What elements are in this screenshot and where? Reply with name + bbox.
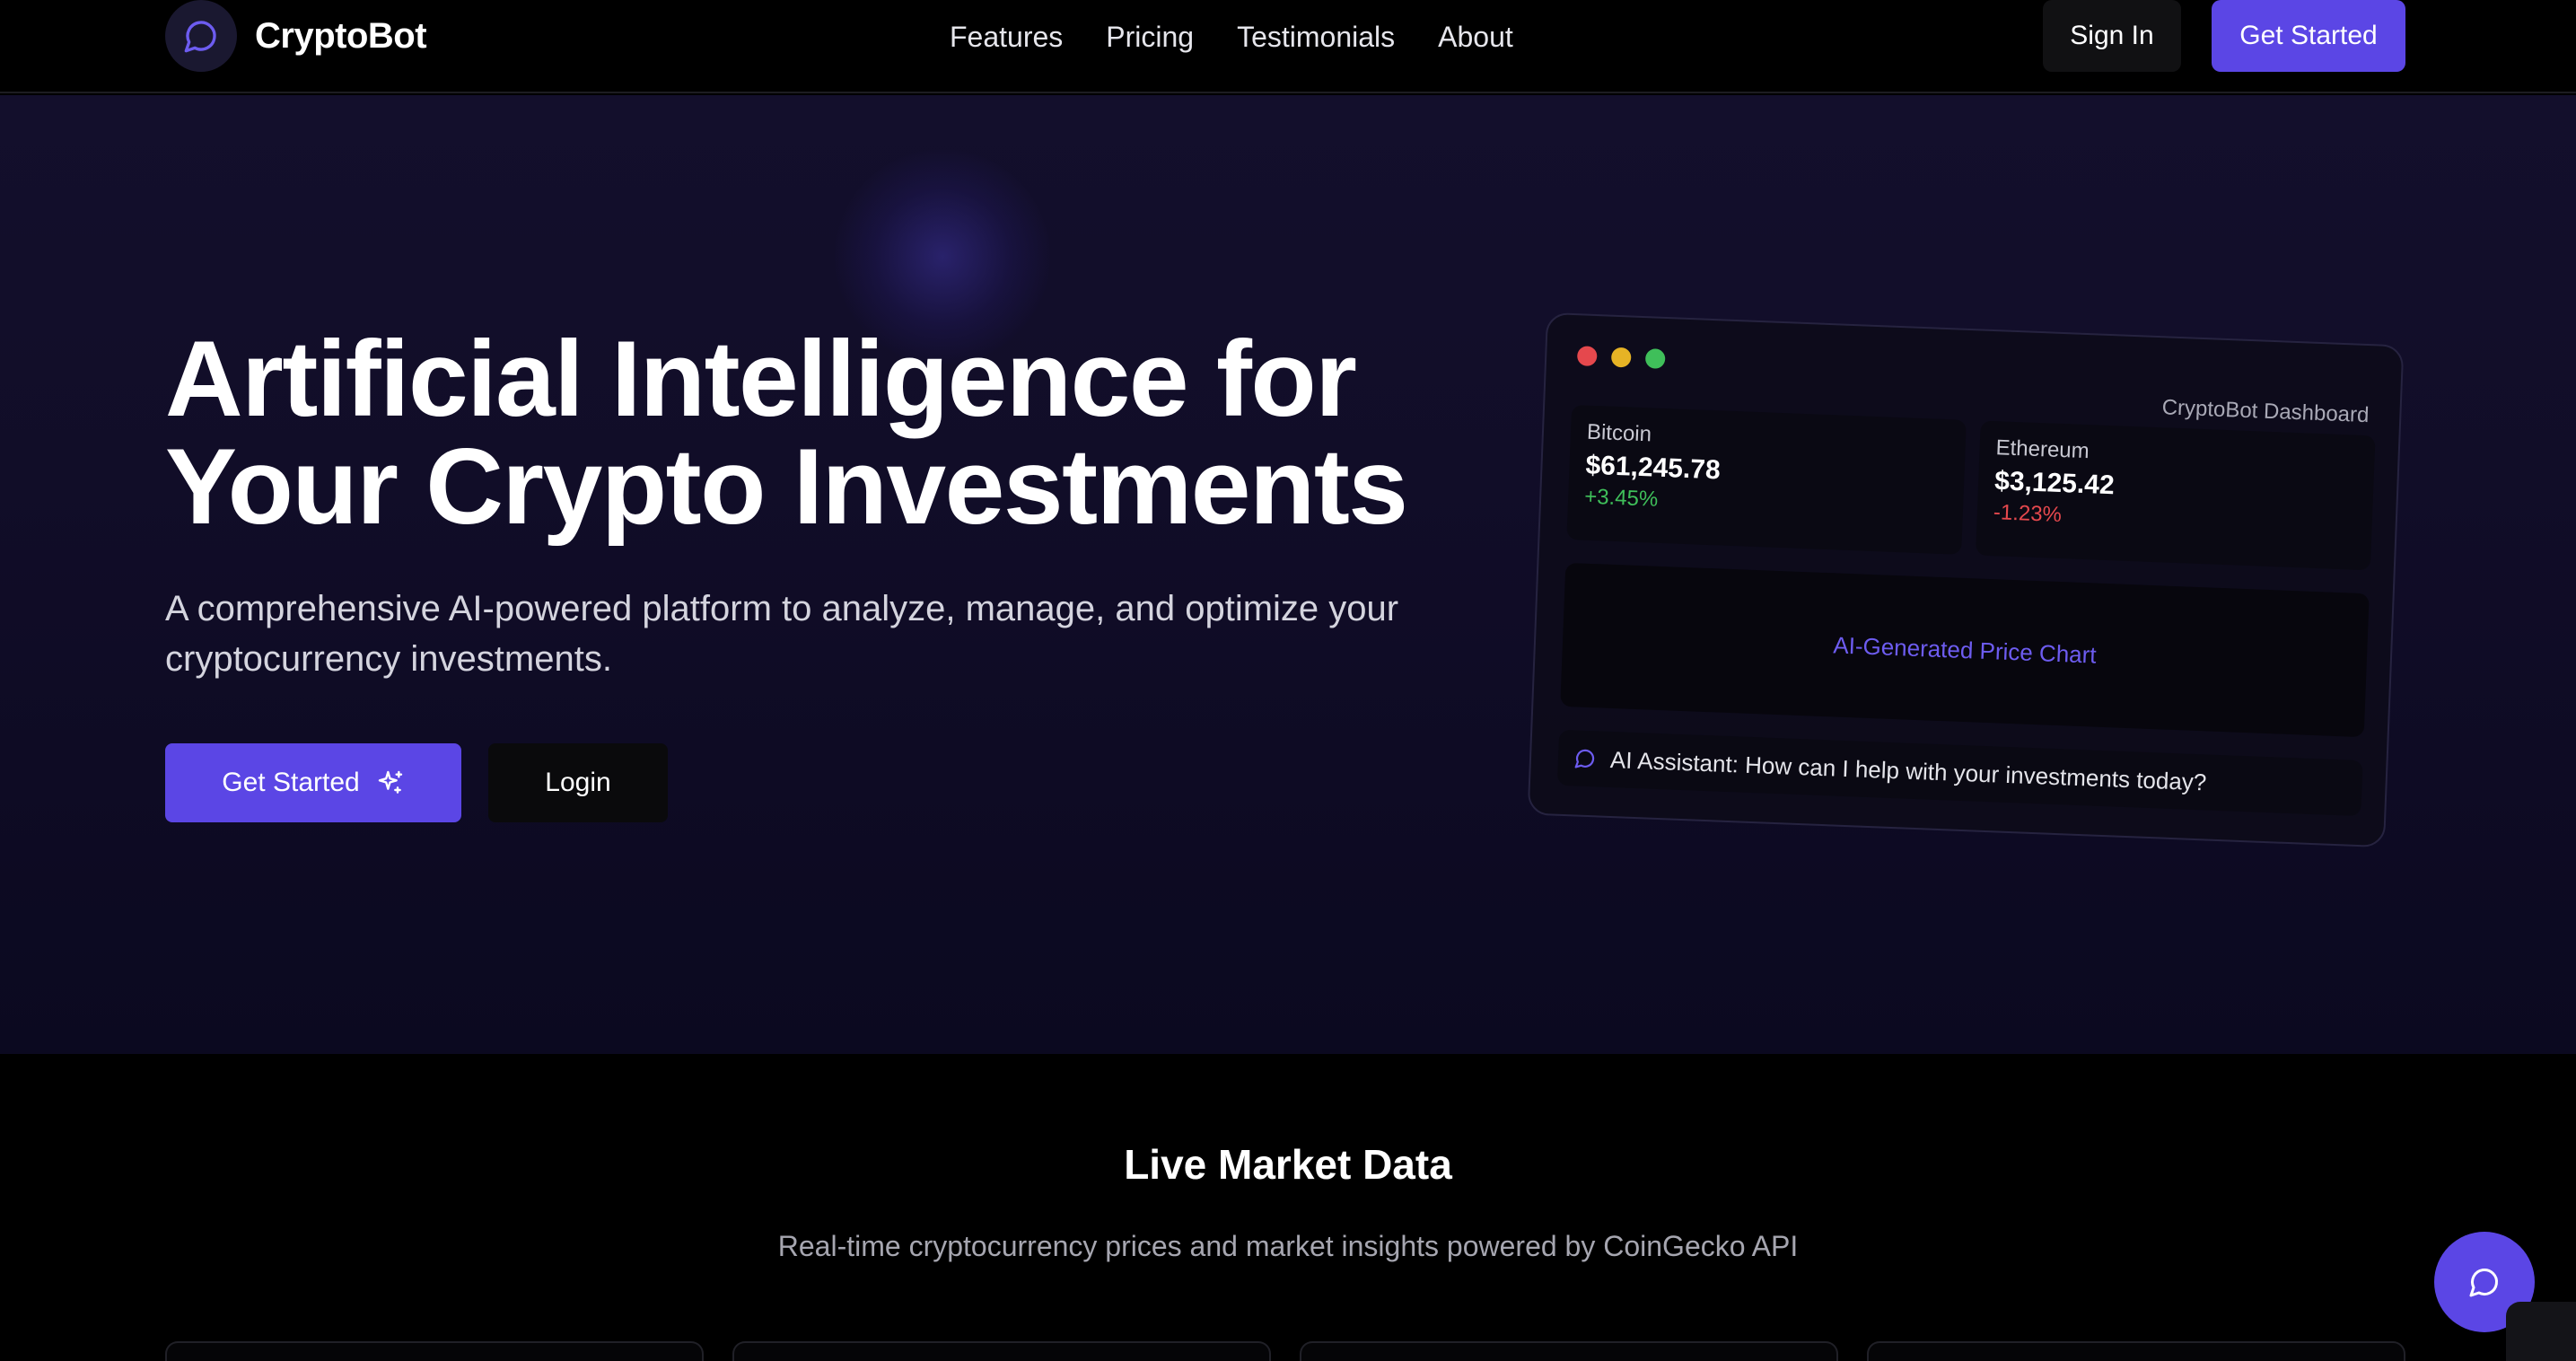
coin-card-bitcoin: Bitcoin $61,245.78 +3.45% (1566, 405, 1967, 555)
chat-bubble-icon (1574, 749, 1595, 768)
market-section-subtitle: Real-time cryptocurrency prices and mark… (777, 1230, 1799, 1262)
ai-assistant-text: AI Assistant: How can I help with your i… (1609, 745, 2207, 795)
hero-section: Artificial Intelligence for Your Crypto … (0, 95, 2576, 1054)
market-card (1300, 1341, 1838, 1361)
nav-link-testimonials[interactable]: Testimonials (1237, 16, 1395, 57)
brand-name: CryptoBot (255, 15, 427, 56)
market-card (732, 1341, 1271, 1361)
hero-title: Artificial Intelligence for Your Crypto … (165, 325, 1511, 540)
dashboard-preview: CryptoBot Dashboard Bitcoin $61,245.78 +… (1527, 312, 2405, 848)
coin-card-ethereum: Ethereum $3,125.42 -1.23% (1976, 420, 2376, 571)
nav-get-started-button[interactable]: Get Started (2212, 0, 2405, 72)
window-close-dot (1576, 346, 1598, 367)
sparkles-icon (378, 770, 402, 794)
market-card (1867, 1341, 2405, 1361)
ai-assistant-bar: AI Assistant: How can I help with your i… (1556, 729, 2363, 817)
hero-subtitle: A comprehensive AI-powered platform to a… (165, 589, 1399, 679)
nav-links: Features Pricing Testimonials About (950, 16, 1556, 57)
hero-login-button[interactable]: Login (488, 743, 668, 822)
chat-bubble-icon (165, 0, 237, 72)
chat-bubble-icon (2469, 1268, 2499, 1297)
top-nav: CryptoBot Features Pricing Testimonials … (0, 0, 2576, 93)
nav-link-features[interactable]: Features (950, 16, 1063, 57)
sign-in-button[interactable]: Sign In (2043, 0, 2181, 72)
window-minimize-dot (1610, 347, 1632, 368)
window-controls (1576, 346, 1680, 369)
price-chart-placeholder: AI-Generated Price Chart (1560, 562, 2370, 738)
brand-logo[interactable]: CryptoBot (165, 0, 427, 72)
hero-get-started-button[interactable]: Get Started (165, 743, 461, 822)
hero-title-line2: Your Crypto Investments (165, 426, 1408, 547)
market-section-title: Live Market Data (1124, 1141, 1452, 1188)
nav-link-about[interactable]: About (1438, 16, 1513, 57)
dashboard-title: CryptoBot Dashboard (2161, 395, 2370, 428)
nav-link-pricing[interactable]: Pricing (1106, 16, 1194, 57)
window-maximize-dot (1644, 348, 1666, 369)
market-card (165, 1341, 704, 1361)
hero-title-line1: Artificial Intelligence for (165, 319, 1357, 439)
hero-get-started-label: Get Started (222, 768, 360, 797)
corner-widget (2506, 1302, 2576, 1361)
